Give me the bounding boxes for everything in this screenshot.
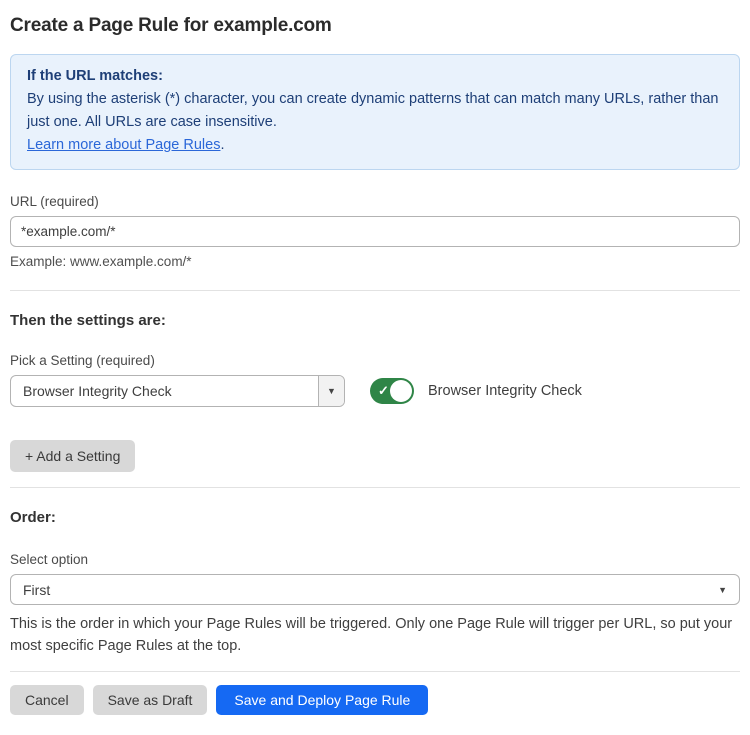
info-box-link-line: Learn more about Page Rules.: [27, 134, 723, 157]
url-field-label: URL (required): [10, 194, 740, 209]
toggle-knob: [390, 380, 412, 402]
info-box-heading: If the URL matches:: [27, 65, 723, 88]
order-select-value: First: [23, 582, 50, 598]
check-icon: ✓: [378, 384, 389, 397]
section-divider: [10, 487, 740, 488]
setting-dropdown[interactable]: Browser Integrity Check ▼: [10, 375, 345, 407]
order-section-heading: Order:: [10, 509, 740, 526]
add-setting-button[interactable]: + Add a Setting: [10, 440, 135, 472]
learn-more-link[interactable]: Learn more about Page Rules: [27, 137, 220, 153]
order-help-text: This is the order in which your Page Rul…: [10, 613, 740, 657]
section-divider: [10, 290, 740, 291]
page-title: Create a Page Rule for example.com: [10, 15, 740, 37]
url-input[interactable]: [10, 216, 740, 247]
setting-toggle[interactable]: ✓: [370, 378, 414, 404]
url-example-text: Example: www.example.com/*: [10, 254, 740, 269]
footer-divider: [10, 671, 740, 672]
link-suffix: .: [220, 137, 224, 153]
order-select-label: Select option: [10, 552, 740, 567]
page-rule-form: Create a Page Rule for example.com If th…: [0, 15, 750, 715]
setting-row: Browser Integrity Check ▼ ✓ Browser Inte…: [10, 375, 740, 407]
footer-actions: Cancel Save as Draft Save and Deploy Pag…: [10, 685, 740, 715]
pick-setting-label: Pick a Setting (required): [10, 353, 740, 368]
chevron-down-icon: ▼: [327, 386, 336, 396]
info-box-body: By using the asterisk (*) character, you…: [27, 88, 723, 134]
order-select[interactable]: First ▼: [10, 574, 740, 605]
setting-dropdown-arrow-button[interactable]: ▼: [318, 376, 344, 406]
url-match-info-box: If the URL matches: By using the asteris…: [10, 54, 740, 170]
chevron-down-icon: ▼: [718, 585, 727, 595]
setting-dropdown-value: Browser Integrity Check: [11, 376, 318, 406]
save-draft-button[interactable]: Save as Draft: [93, 685, 208, 715]
cancel-button[interactable]: Cancel: [10, 685, 84, 715]
setting-toggle-label: Browser Integrity Check: [428, 383, 582, 399]
settings-section-heading: Then the settings are:: [10, 312, 740, 329]
save-deploy-button[interactable]: Save and Deploy Page Rule: [216, 685, 428, 715]
